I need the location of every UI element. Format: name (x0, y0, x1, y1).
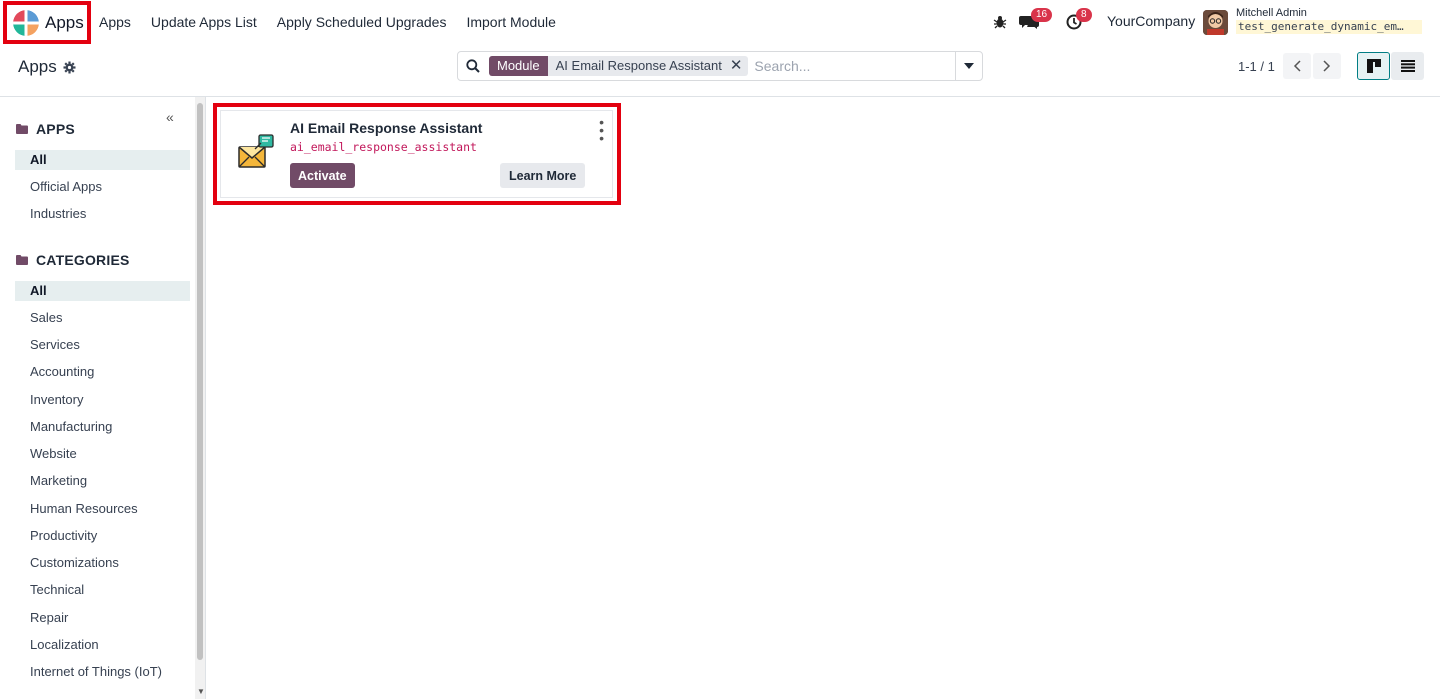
top-menu: Apps Update Apps List Apply Scheduled Up… (99, 0, 556, 44)
module-card[interactable]: AI Email Response Assistant ai_email_res… (220, 110, 613, 198)
categories-section-header: CATEGORIES (16, 252, 130, 268)
list-view-button[interactable] (1391, 52, 1424, 80)
activities-button[interactable]: 8 (1066, 8, 1092, 33)
company-switcher[interactable]: YourCompany (1107, 13, 1195, 29)
module-technical-name: ai_email_response_assistant (290, 140, 477, 154)
sidebar-item-human-resources[interactable]: Human Resources (15, 499, 190, 519)
sidebar-item-repair[interactable]: Repair (15, 608, 190, 628)
facet-value-wrapper: AI Email Response Assistant ✕ (547, 56, 749, 76)
user-name[interactable]: Mitchell Admin (1236, 7, 1307, 19)
chevron-right-icon (1323, 60, 1331, 72)
facet-label: Module (489, 56, 548, 76)
sidebar-item-sales[interactable]: Sales (15, 308, 190, 328)
search-options-toggle[interactable] (955, 52, 982, 80)
facet-value: AI Email Response Assistant (555, 58, 722, 73)
scrollbar-thumb[interactable] (197, 103, 203, 660)
menu-update-apps-list[interactable]: Update Apps List (151, 14, 257, 30)
search-panel: « APPS All Official Apps Industries CATE… (0, 97, 206, 699)
page-title: Apps (18, 57, 57, 76)
kanban-icon (1366, 59, 1381, 73)
gear-icon[interactable] (63, 61, 76, 74)
sidebar-scrollbar[interactable]: ▼ (195, 97, 205, 699)
pager-value[interactable]: 1-1 / 1 (1238, 59, 1275, 74)
database-name: test_generate_dynamic_em… (1236, 20, 1422, 34)
control-panel: Apps Module AI Email Response Assistant … (0, 44, 1440, 97)
sidebar-item-industries[interactable]: Industries (15, 204, 190, 224)
search-input[interactable] (754, 55, 967, 77)
messages-badge: 16 (1031, 8, 1053, 22)
sidebar-item-category-all[interactable]: All (15, 281, 190, 301)
collapse-sidebar-icon[interactable]: « (166, 109, 174, 125)
apps-logo-icon (13, 9, 39, 36)
sidebar-item-inventory[interactable]: Inventory (15, 390, 190, 410)
sidebar-item-manufacturing[interactable]: Manufacturing (15, 417, 190, 437)
sidebar-item-website[interactable]: Website (15, 444, 190, 464)
activate-button[interactable]: Activate (290, 163, 355, 188)
card-dropdown-icon[interactable]: • • • (599, 115, 604, 145)
sidebar-item-apps-all[interactable]: All (15, 150, 190, 170)
sidebar-item-localization[interactable]: Localization (15, 635, 190, 655)
user-avatar[interactable] (1203, 10, 1228, 35)
sidebar-item-customizations[interactable]: Customizations (15, 553, 190, 573)
kanban-view-button[interactable] (1357, 52, 1390, 80)
sidebar-item-marketing[interactable]: Marketing (15, 471, 190, 491)
scroll-down-icon[interactable]: ▼ (197, 687, 205, 696)
menu-apply-scheduled-upgrades[interactable]: Apply Scheduled Upgrades (277, 14, 447, 30)
caret-down-icon (964, 63, 974, 69)
menu-apps[interactable]: Apps (99, 14, 131, 30)
sidebar-item-services[interactable]: Services (15, 335, 190, 355)
remove-facet-icon[interactable]: ✕ (730, 58, 743, 74)
folder-icon (16, 124, 28, 134)
debug-icon[interactable] (993, 11, 1007, 33)
messages-button[interactable]: 16 (1019, 8, 1053, 33)
chevron-left-icon (1293, 60, 1301, 72)
search-icon (458, 59, 488, 73)
search-bar: Module AI Email Response Assistant ✕ (457, 51, 983, 81)
apps-section-header: APPS (16, 121, 75, 137)
breadcrumb: Apps (18, 57, 76, 77)
folder-icon (16, 255, 28, 265)
pager-next-button[interactable] (1313, 53, 1341, 79)
app-brand[interactable]: Apps (3, 1, 91, 44)
main-navbar: Apps Apps Update Apps List Apply Schedul… (0, 0, 1440, 44)
sidebar-item-iot[interactable]: Internet of Things (IoT) (15, 662, 190, 682)
search-facet: Module AI Email Response Assistant ✕ (489, 56, 749, 76)
activities-badge: 8 (1076, 8, 1092, 22)
email-module-icon (235, 133, 275, 173)
module-title: AI Email Response Assistant (290, 120, 483, 136)
sidebar-item-official-apps[interactable]: Official Apps (15, 177, 190, 197)
pager-previous-button[interactable] (1283, 53, 1311, 79)
sidebar-item-accounting[interactable]: Accounting (15, 362, 190, 382)
list-icon (1400, 60, 1415, 72)
sidebar-item-productivity[interactable]: Productivity (15, 526, 190, 546)
sidebar-item-technical[interactable]: Technical (15, 580, 190, 600)
learn-more-button[interactable]: Learn More (500, 163, 586, 188)
menu-import-module[interactable]: Import Module (466, 14, 555, 30)
brand-name: Apps (45, 12, 84, 32)
